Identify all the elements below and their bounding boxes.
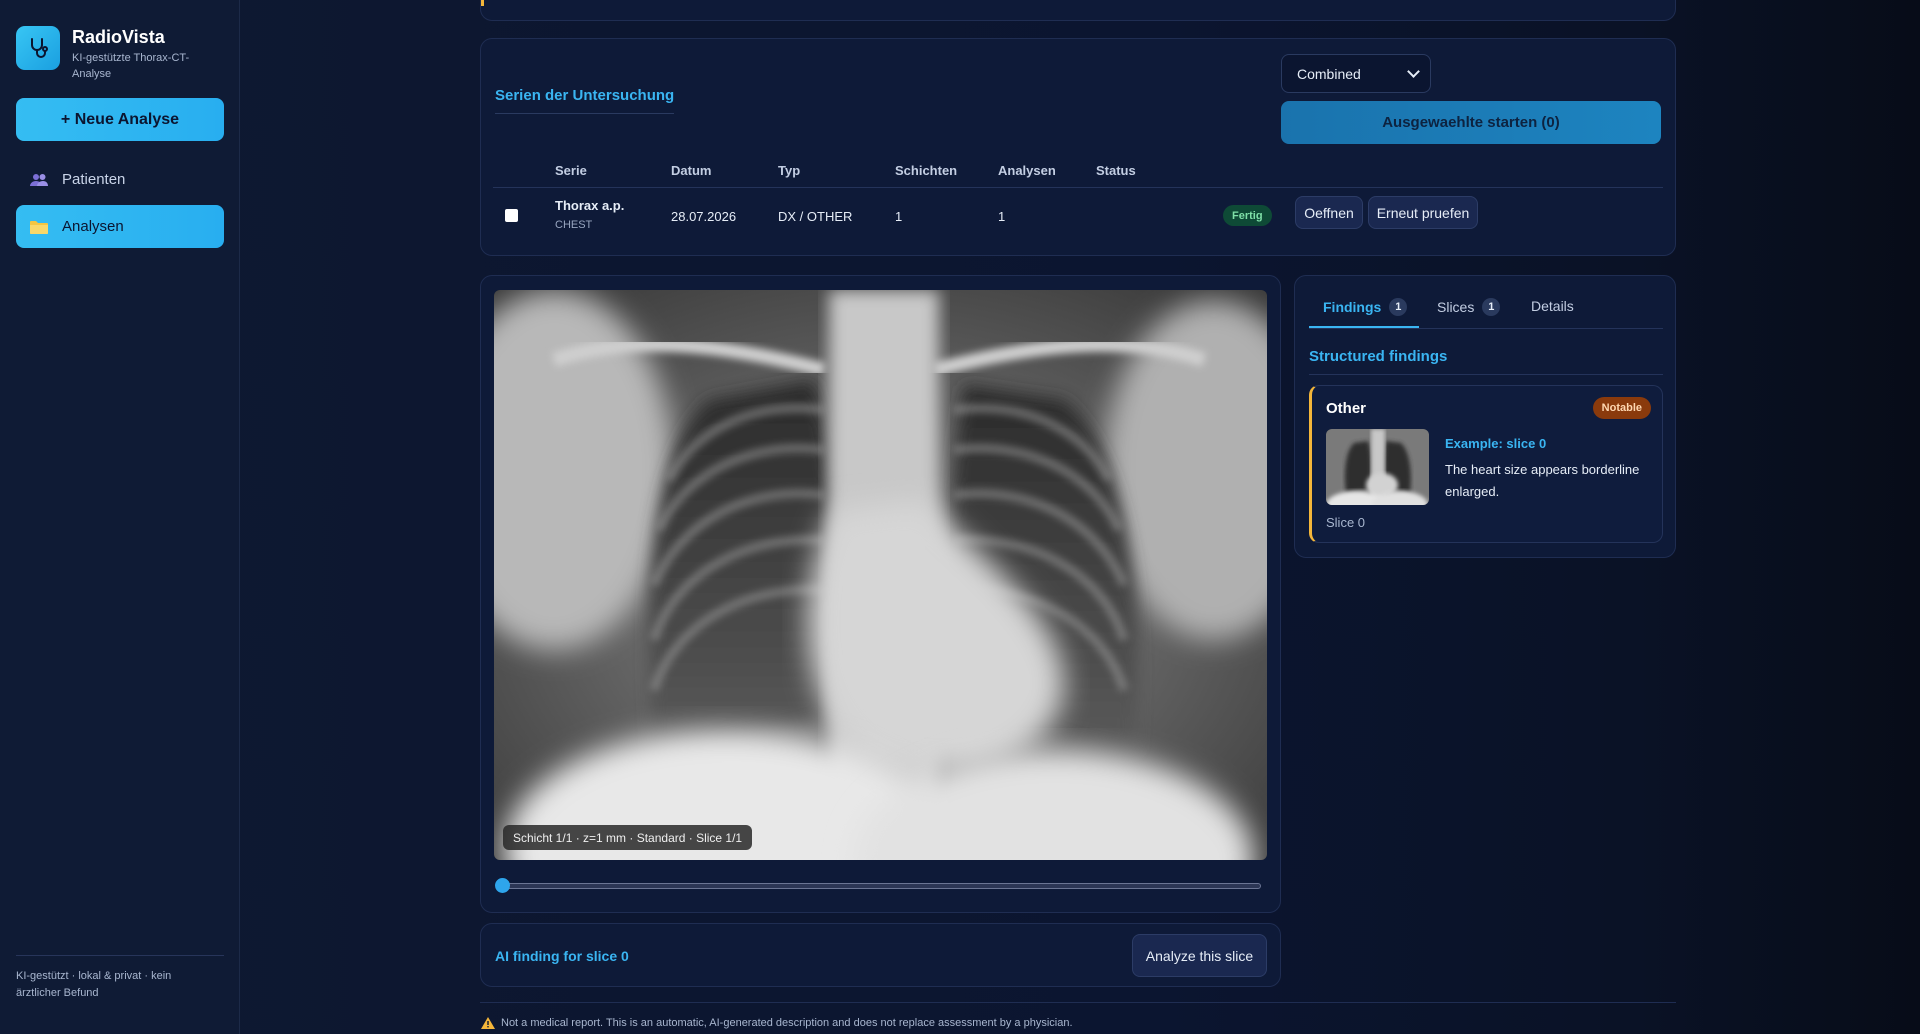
tab-label: Slices	[1437, 299, 1475, 315]
slice-info-label: Schicht 1/1 · z=1 mm · Standard · Slice …	[503, 825, 753, 850]
mode-select-value: Combined	[1297, 65, 1361, 82]
series-analysis-count: 1	[998, 209, 1006, 224]
column-header-analyses: Analysen	[998, 163, 1056, 178]
tab-label: Details	[1531, 298, 1574, 314]
series-name: Thorax a.p.	[555, 198, 625, 213]
series-slice-count: 1	[895, 209, 903, 224]
warning-accent	[481, 0, 484, 6]
status-badge: Fertig	[1223, 205, 1272, 226]
finding-thumbnail[interactable]	[1326, 429, 1429, 505]
slice-slider-handle[interactable]	[495, 878, 510, 893]
series-section-title: Serien der Untersuchung	[495, 87, 675, 114]
analyze-slice-button[interactable]: Analyze this slice	[1132, 934, 1267, 977]
chevron-down-icon	[1407, 65, 1420, 78]
divider	[493, 187, 1663, 188]
sidebar-item-label: Analysen	[62, 218, 124, 235]
app-subtitle: KI-gestützte Thorax-CT-Analyse	[72, 52, 190, 80]
recheck-button[interactable]: Erneut pruefen	[1368, 196, 1478, 229]
series-body-part: CHEST	[555, 219, 593, 231]
finding-category: Other	[1326, 400, 1367, 417]
disclaimer-text: Not a medical report. This is an automat…	[501, 1017, 1073, 1029]
sidebar-item-label: Patienten	[62, 171, 126, 188]
column-header-slices: Schichten	[895, 163, 958, 178]
structured-findings-title: Structured findings	[1309, 348, 1448, 365]
sidebar: RadioVista KI-gestützte Thorax-CT-Analys…	[0, 0, 240, 1034]
stethoscope-icon	[16, 26, 60, 70]
tab-label: Findings	[1323, 299, 1382, 315]
tab-details[interactable]: Details	[1531, 298, 1574, 314]
users-icon	[30, 173, 48, 186]
warning-icon	[481, 1017, 495, 1029]
sidebar-item-analyses[interactable]: Analysen	[16, 205, 224, 248]
divider	[480, 1002, 1676, 1003]
ai-finding-panel: AI finding for slice 0 Analyze this slic…	[480, 923, 1281, 987]
findings-panel: Findings 1 Slices 1 Details Structured f…	[1294, 275, 1676, 558]
sidebar-footer-note: KI-gestützt · lokal & privat · kein ärzt…	[16, 970, 172, 999]
series-panel: Serien der Untersuchung Combined Ausgewa…	[480, 38, 1676, 256]
sidebar-item-patients[interactable]: Patienten	[16, 158, 224, 201]
app-title: RadioVista	[72, 27, 165, 47]
tab-count-badge: 1	[1389, 298, 1408, 316]
finding-description: The heart size appears borderline enlarg…	[1445, 462, 1640, 499]
start-selected-button[interactable]: Ausgewaehlte starten (0)	[1281, 101, 1661, 144]
finding-example-title[interactable]: Example: slice 0	[1445, 436, 1546, 451]
column-header-status: Status	[1096, 163, 1136, 178]
tab-slices[interactable]: Slices 1	[1437, 298, 1501, 316]
previous-panel	[480, 0, 1676, 21]
column-header-type: Typ	[778, 163, 801, 178]
severity-badge: Notable	[1592, 397, 1651, 419]
image-viewer-panel: Schicht 1/1 · z=1 mm · Standard · Slice …	[480, 275, 1281, 913]
series-type: DX / OTHER	[778, 209, 853, 224]
finding-slice-label: Slice 0	[1326, 515, 1366, 530]
brand: RadioVista KI-gestützte Thorax-CT-Analys…	[16, 26, 207, 82]
divider	[16, 955, 224, 956]
new-analysis-button[interactable]: + Neue Analyse	[16, 98, 224, 141]
ai-finding-title: AI finding for slice 0	[495, 948, 629, 964]
row-select-checkbox[interactable]	[505, 209, 518, 222]
xray-image[interactable]: Schicht 1/1 · z=1 mm · Standard · Slice …	[494, 290, 1267, 860]
divider	[1309, 374, 1663, 375]
column-header-series: Serie	[555, 163, 587, 178]
slice-slider[interactable]	[503, 883, 1261, 889]
column-header-date: Datum	[671, 163, 712, 178]
mode-select[interactable]: Combined	[1281, 54, 1431, 93]
divider	[1309, 328, 1663, 329]
finding-card[interactable]: Other Notable Example: slice 0 The heart…	[1309, 385, 1663, 543]
tab-count-badge: 1	[1482, 298, 1501, 316]
tab-findings[interactable]: Findings 1	[1323, 298, 1408, 316]
series-date: 28.07.2026	[671, 209, 737, 224]
disclaimer: Not a medical report. This is an automat…	[481, 1017, 1073, 1029]
open-button[interactable]: Oeffnen	[1295, 196, 1363, 229]
folder-icon	[30, 220, 48, 234]
